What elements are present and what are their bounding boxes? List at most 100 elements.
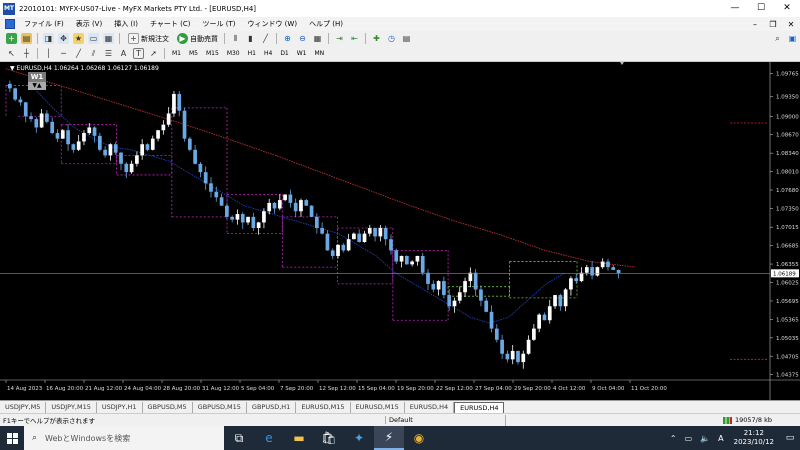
chart-tab[interactable]: EURUSD,M15 — [296, 402, 351, 413]
indicators-icon[interactable]: ✚ — [371, 33, 382, 44]
timeframe-h4-button[interactable]: H4 — [261, 49, 275, 58]
menu-item[interactable]: 表示 (V) — [70, 19, 108, 29]
menu-item[interactable]: ウィンドウ (W) — [241, 19, 303, 29]
candle-body — [489, 311, 494, 329]
chart-window[interactable]: ▼ EURUSD,H4 1.06264 1.06268 1.06127 1.06… — [0, 62, 800, 400]
price-chart[interactable]: 1.09765 1.09350 1.09000 1.08670 1.08340 1.080… — [0, 62, 800, 400]
chat-icon[interactable]: ▣ — [787, 33, 798, 44]
timeframe-overlay-arrows[interactable]: ▼▲ — [28, 82, 46, 90]
chart-tab[interactable]: USDJPY,M15 — [46, 402, 97, 413]
periods-icon[interactable]: ◷ — [386, 33, 397, 44]
task-view-icon[interactable]: ⧉ — [224, 426, 254, 450]
chart-window-icon[interactable] — [5, 19, 15, 29]
templates-icon[interactable]: ▤ — [401, 33, 412, 44]
candle-body — [447, 295, 452, 307]
mdi-close-button[interactable]: ✕ — [782, 20, 800, 29]
timeframe-m15-button[interactable]: M15 — [203, 49, 222, 58]
timeframe-m30-button[interactable]: M30 — [224, 49, 243, 58]
mdi-restore-button[interactable]: ❐ — [764, 20, 782, 29]
new-chart-icon[interactable]: + — [6, 33, 17, 44]
market-watch-icon[interactable]: ◨ — [43, 33, 54, 44]
chrome-icon[interactable]: ◉ — [404, 426, 434, 450]
candle-body — [29, 116, 33, 120]
store-icon[interactable]: 🛍 — [314, 426, 344, 450]
horizontal-line-icon[interactable]: ─ — [58, 48, 69, 59]
taskbar-clock[interactable]: 21:12 2023/10/12 — [728, 429, 780, 447]
timeframe-mn-button[interactable]: MN — [312, 49, 328, 58]
navigator-icon[interactable]: ★ — [73, 33, 84, 44]
zoom-out-icon[interactable]: ⊖ — [297, 33, 308, 44]
timeframe-d1-button[interactable]: D1 — [277, 49, 291, 58]
trendline-icon[interactable]: ╱ — [73, 48, 84, 59]
candle-body — [246, 216, 250, 223]
search-icon[interactable]: ⌕ — [772, 33, 783, 44]
connection-status[interactable]: 19057/8 kb — [720, 416, 800, 424]
terminal-icon[interactable]: ▭ — [88, 33, 99, 44]
tile-windows-icon[interactable]: ▦ — [312, 33, 323, 44]
menu-item[interactable]: ファイル (F) — [18, 19, 70, 29]
edge-icon[interactable]: e — [254, 426, 284, 450]
candle-body — [399, 255, 404, 262]
candle-body — [304, 200, 309, 206]
chart-tab[interactable]: USDJPY,M5 — [0, 402, 47, 413]
chart-tab[interactable]: EURUSD,M15 — [351, 402, 405, 413]
zoom-in-icon[interactable]: ⊕ — [282, 33, 293, 44]
twitter-icon[interactable]: ✦ — [344, 426, 374, 450]
timeframe-m5-button[interactable]: M5 — [186, 49, 201, 58]
candle-body — [262, 211, 266, 223]
chart-shift-icon[interactable]: ⇤ — [349, 33, 360, 44]
timeframe-h1-button[interactable]: H1 — [245, 49, 259, 58]
chart-tab[interactable]: EURUSD,H4 — [405, 402, 455, 413]
taskbar-search[interactable]: ⌕ WebとWindowsを検索 — [24, 426, 224, 450]
chart-tabs: USDJPY,M5 USDJPY,M15 USDJPY,H1 GBPUSD,M5 GBP… — [0, 400, 800, 413]
timeframe-w1-button[interactable]: W1 — [294, 49, 310, 58]
menu-item[interactable]: 挿入 (I) — [108, 19, 144, 29]
text-tool-icon[interactable]: A — [118, 48, 129, 59]
arrows-icon[interactable]: ➚ — [148, 48, 159, 59]
mt4-taskbar-icon[interactable]: ⚡ — [374, 426, 404, 450]
auto-trading-button[interactable]: ▶ 自動売買 — [172, 33, 221, 44]
file-explorer-icon[interactable]: ▬ — [284, 426, 314, 450]
candle-body — [187, 138, 192, 150]
menu-item[interactable]: ツール (T) — [196, 19, 241, 29]
time-tick-label: 27 Sep 04:00 — [475, 386, 512, 392]
line-chart-icon[interactable]: ╱ — [260, 33, 271, 44]
notification-icon[interactable]: ▭ — [780, 433, 800, 443]
strategy-tester-icon[interactable]: ▦ — [103, 33, 114, 44]
chart-tab[interactable]: USDJPY,H1 — [97, 402, 143, 413]
tray-chevron-icon[interactable]: ⌃ — [666, 434, 681, 443]
ime-indicator[interactable]: A — [714, 434, 727, 443]
candlestick-chart-icon[interactable]: ▮ — [245, 33, 256, 44]
mdi-minimize-button[interactable]: – — [746, 20, 764, 29]
menu-item[interactable]: ヘルプ (H) — [303, 19, 349, 29]
chart-tab[interactable]: GBPUSD,M15 — [193, 402, 247, 413]
candle-body — [616, 269, 621, 274]
minimize-button[interactable]: — — [722, 0, 748, 17]
label-tool-icon[interactable]: T — [133, 48, 144, 59]
chart-tab[interactable]: EURUSD,H4 — [454, 402, 505, 413]
fibonacci-icon[interactable]: ☰ — [103, 48, 114, 59]
chart-tab[interactable]: GBPUSD,M5 — [143, 402, 193, 413]
channel-icon[interactable]: ⫽ — [88, 48, 99, 59]
cursor-icon[interactable]: ↖ — [6, 48, 17, 59]
bar-chart-icon[interactable]: ⫴ — [230, 33, 241, 44]
candle-body — [547, 306, 552, 321]
timeframe-m1-button[interactable]: M1 — [169, 49, 184, 58]
connection-bars-icon — [723, 416, 732, 424]
maximize-button[interactable]: ☐ — [748, 0, 774, 17]
new-order-button[interactable]: + 新規注文 — [123, 33, 172, 44]
menu-item[interactable]: チャート (C) — [144, 19, 197, 29]
close-button[interactable]: ✕ — [774, 0, 800, 17]
volume-icon[interactable]: 🔈 — [696, 434, 714, 443]
profiles-icon[interactable]: ▤ — [21, 33, 32, 44]
vertical-line-icon[interactable]: │ — [43, 48, 54, 59]
chart-tab[interactable]: GBPUSD,H1 — [247, 402, 297, 413]
start-button[interactable] — [0, 426, 24, 450]
data-window-icon[interactable]: ✥ — [58, 33, 69, 44]
candle-body — [235, 214, 240, 220]
network-icon[interactable]: ▭ — [681, 434, 697, 443]
candle-body — [330, 250, 335, 256]
auto-scroll-icon[interactable]: ⇥ — [334, 33, 345, 44]
crosshair-icon[interactable]: ┼ — [21, 48, 32, 59]
candle-body — [113, 144, 118, 153]
